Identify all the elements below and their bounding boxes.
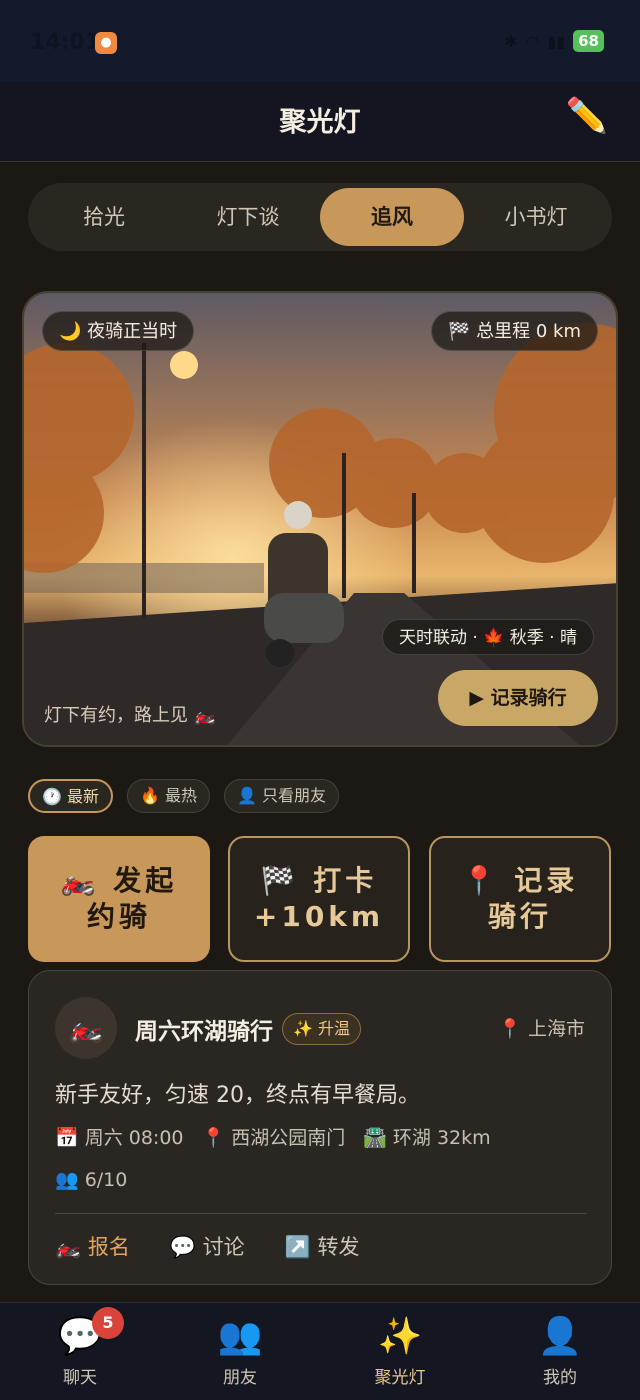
status-bar: 14:01 ● ✱ ◠ ▮▮ 68 [0, 0, 640, 82]
status-icons: ✱ ◠ ▮▮ 68 [504, 30, 604, 52]
action-buttons: 🏍️ 发起 约骑 🏁 打卡 +10km 📍 记录 骑行 [28, 836, 612, 962]
bluetooth-icon: ✱ [504, 31, 518, 51]
action-label: 发起 [113, 864, 178, 897]
action-label: 约骑 [86, 900, 151, 933]
total-distance-badge: 🏁 总里程 0 km [431, 311, 598, 351]
checkered-flag-icon: 🏁 [260, 864, 300, 897]
night-ride-badge: 🌙 夜骑正当时 [42, 311, 195, 351]
app-header: 聚光灯 ✏️ [0, 82, 640, 162]
nav-chat[interactable]: 💬 5 聊天 [0, 1303, 160, 1400]
friends-icon: 👥 [217, 1316, 263, 1357]
tab-zhuifeng[interactable]: 追风 [320, 188, 464, 246]
nav-label: 朋友 [223, 1368, 257, 1388]
avatar[interactable]: 🏍️ [55, 997, 117, 1059]
nav-spotlight[interactable]: ✨ 聚光灯 [320, 1303, 480, 1400]
nav-label: 聚光灯 [374, 1368, 426, 1388]
nav-friends[interactable]: 👥 朋友 [160, 1303, 320, 1400]
post-body: 新手友好，匀速 20，终点有早餐局。 [55, 1083, 420, 1108]
pencil-icon[interactable]: ✏️ [566, 96, 608, 136]
hero-caption: 灯下有约，路上见 🏍️ [44, 705, 217, 726]
action-label: +10km [253, 900, 385, 933]
divider [55, 1213, 587, 1214]
checkin-button[interactable]: 🏁 打卡 +10km [228, 836, 410, 962]
chat-icon: 💬 [57, 1316, 103, 1357]
action-label: 打卡 [313, 864, 378, 897]
app-notification-icon: ● [95, 32, 117, 54]
meeting-place: 📍 西湖公园南门 [201, 1127, 346, 1149]
heat-badge: ✨ 升温 [282, 1013, 362, 1045]
motorcycle-icon: 🏍️ [60, 864, 100, 897]
weather-badge: 天时联动 · 🍁 秋季 · 晴 [382, 619, 594, 655]
post-location: 📍 上海市 [498, 1018, 585, 1040]
start-group-ride-button[interactable]: 🏍️ 发起 约骑 [28, 836, 210, 962]
wifi-icon: ◠ [525, 31, 540, 51]
ride-post-card[interactable]: 🏍️ 周六环湖骑行 ✨ 升温 📍 上海市 新手友好，匀速 20，终点有早餐局。 … [28, 970, 612, 1285]
tab-xiaoshudeng[interactable]: 小书灯 [464, 188, 608, 246]
status-time: 14:01 [30, 30, 101, 55]
action-label: 骑行 [487, 900, 552, 933]
participant-count: 👥 6/10 [55, 1169, 128, 1191]
tab-bar: 拾光 灯下谈 追风 小书灯 [28, 183, 612, 251]
sparkles-icon: ✨ [377, 1316, 423, 1357]
nav-label: 聊天 [63, 1368, 97, 1388]
nav-label: 我的 [543, 1368, 577, 1388]
tab-dengxiatan[interactable]: 灯下谈 [176, 188, 320, 246]
filter-hottest[interactable]: 🔥 最热 [127, 779, 211, 813]
share-button[interactable]: ↗️ 转发 [285, 1231, 360, 1261]
post-title: 周六环湖骑行 [135, 1019, 273, 1045]
page-title: 聚光灯 [279, 107, 361, 138]
ride-time: 📅 周六 08:00 [55, 1127, 184, 1149]
pin-icon: 📍 [461, 864, 501, 897]
action-label: 记录 [514, 864, 579, 897]
hero-banner: 🌙 夜骑正当时 🏁 总里程 0 km 天时联动 · 🍁 秋季 · 晴 灯下有约，… [22, 291, 618, 747]
filter-chips: 🕐 最新 🔥 最热 👤 只看朋友 [28, 779, 340, 813]
tab-shiguang[interactable]: 拾光 [32, 188, 176, 246]
nav-profile[interactable]: 👤 我的 [480, 1303, 640, 1400]
unread-badge: 5 [92, 1307, 124, 1339]
battery-level: 68 [573, 30, 604, 52]
filter-latest[interactable]: 🕐 最新 [28, 779, 114, 813]
discuss-button[interactable]: 💬 讨论 [170, 1231, 245, 1261]
record-ride-action-button[interactable]: 📍 记录 骑行 [429, 836, 611, 962]
bottom-nav: 💬 5 聊天 👥 朋友 ✨ 聚光灯 👤 我的 [0, 1302, 640, 1400]
profile-icon: 👤 [537, 1316, 583, 1357]
signal-icon: ▮▮ [547, 31, 566, 51]
filter-friends-only[interactable]: 👤 只看朋友 [224, 779, 340, 813]
post-actions: 🏍️ 报名 💬 讨论 ↗️ 转发 [55, 1231, 359, 1261]
post-meta: 📅 周六 08:00 📍 西湖公园南门 🛣️ 环湖 32km [55, 1123, 491, 1150]
record-ride-button[interactable]: ▶ 记录骑行 [438, 670, 598, 726]
signup-button[interactable]: 🏍️ 报名 [55, 1231, 130, 1261]
route-distance: 🛣️ 环湖 32km [363, 1127, 491, 1149]
